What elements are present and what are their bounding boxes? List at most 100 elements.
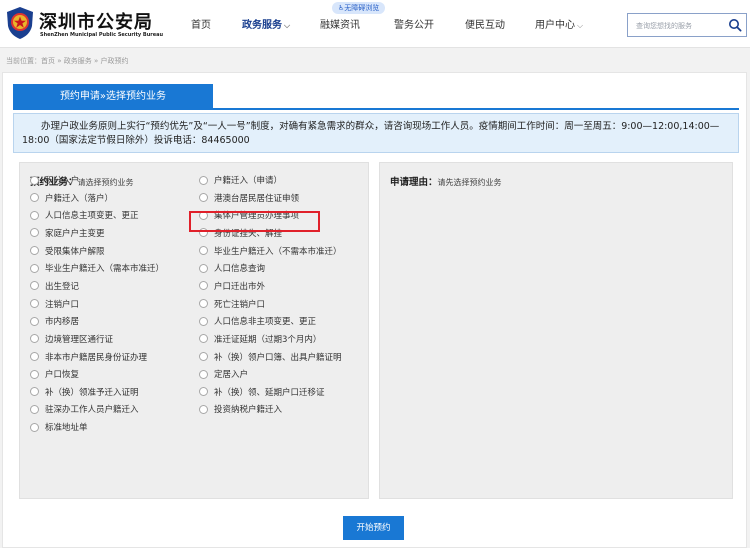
site-header: 深圳市公安局 ShenZhen Municipal Public Securit… — [0, 0, 750, 48]
business-option-label: 家庭户户主变更 — [45, 228, 105, 239]
radio-button[interactable] — [199, 193, 208, 203]
radio-button[interactable] — [199, 404, 208, 414]
radio-button[interactable] — [199, 210, 208, 220]
start-booking-button[interactable]: 开始预约 — [343, 516, 404, 540]
nav-government-services[interactable]: 政务服务 ⌵ — [242, 16, 290, 31]
nav-police-affairs-label: 警务公开 — [394, 20, 434, 31]
business-option-label: 驻深办工作人员户籍迁入 — [45, 405, 139, 416]
business-option[interactable]: 非本市户籍居民身份证办理 — [30, 350, 147, 364]
business-option-label: 补（换）领户口簿、出具户籍证明 — [214, 352, 342, 363]
radio-button[interactable] — [199, 299, 208, 309]
chevron-down-icon: ⌵ — [284, 21, 291, 30]
business-option-label: 边境管理区通行证 — [45, 334, 114, 345]
business-option[interactable]: 身份证挂失、解挂 — [199, 226, 282, 240]
reason-panel-title: 申请理由： — [390, 177, 438, 188]
breadcrumb: 当前位置：首页 » 政务服务 » 户政预约 — [6, 57, 129, 65]
business-option-label: 补（换）领准予迁入证明 — [45, 387, 139, 398]
radio-button[interactable] — [199, 316, 208, 326]
site-title[interactable]: 深圳市公安局 — [39, 8, 153, 34]
business-option[interactable]: 人口信息主项变更、更正 — [30, 208, 139, 222]
reason-panel-hint: 请先选择预约业务 — [437, 178, 502, 187]
tab-select-business[interactable]: 预约申请»选择预约业务 — [13, 84, 213, 109]
business-option[interactable]: 人口信息查询 — [199, 261, 265, 275]
business-option[interactable]: 补（换）领户口簿、出具户籍证明 — [199, 350, 342, 364]
business-option[interactable]: 补（换）领准予迁入证明 — [30, 385, 139, 399]
business-option[interactable]: 户籍迁入（落户） — [30, 191, 113, 205]
business-option[interactable]: 户口恢复 — [30, 367, 79, 381]
radio-button[interactable] — [30, 263, 39, 273]
business-option[interactable]: 户籍迁入（申请） — [199, 173, 282, 187]
business-option[interactable]: 受限集体户解限 — [30, 244, 105, 258]
business-option-label: 定居入户 — [214, 370, 249, 381]
business-option[interactable]: 边境管理区通行证 — [30, 332, 113, 346]
business-option[interactable]: 港澳台居民居住证申领 — [199, 191, 299, 205]
nav-user-center-label: 用户中心 — [535, 20, 575, 31]
accessibility-toggle[interactable]: ♿无障碍浏览 — [332, 2, 386, 14]
main-card: 预约申请»选择预约业务 办理户政业务原则上实行“预约优先”及“一人一号”制度，对… — [2, 72, 747, 548]
radio-button[interactable] — [30, 404, 39, 414]
business-option[interactable]: 注销户口 — [30, 297, 79, 311]
search-input[interactable] — [636, 18, 721, 33]
nav-home[interactable]: 首页 — [191, 16, 211, 31]
business-option[interactable]: 准迁证延期（过期3个月内） — [199, 332, 321, 346]
radio-button[interactable] — [30, 228, 39, 238]
business-option-label: 户籍迁入（落户） — [45, 193, 114, 204]
radio-button[interactable] — [30, 316, 39, 326]
business-option-label: 户籍迁入（申请） — [214, 176, 283, 186]
business-option[interactable]: 家庭户户主变更 — [30, 226, 105, 240]
business-option[interactable]: 积分入户 — [30, 173, 79, 187]
radio-button[interactable] — [30, 334, 39, 344]
reason-panel-header: 申请理由：请先选择预约业务 — [390, 174, 502, 188]
radio-button[interactable] — [199, 246, 208, 256]
business-option[interactable]: 投资纳税户籍迁入 — [199, 402, 282, 416]
radio-button[interactable] — [30, 175, 39, 185]
radio-button[interactable] — [199, 369, 208, 379]
business-option-label: 户口恢复 — [45, 370, 80, 381]
nav-user-center[interactable]: 用户中心 ⌵ — [535, 16, 583, 31]
radio-button[interactable] — [199, 281, 208, 291]
radio-button[interactable] — [30, 299, 39, 309]
radio-button[interactable] — [30, 281, 39, 291]
business-option[interactable]: 集体户管理员办理事项 — [199, 208, 299, 222]
business-option[interactable]: 人口信息非主项变更、更正 — [199, 314, 316, 328]
radio-button[interactable] — [199, 352, 208, 361]
business-option-label: 非本市户籍居民身份证办理 — [45, 352, 148, 363]
business-option-label: 身份证挂失、解挂 — [214, 228, 283, 239]
nav-government-services-label: 政务服务 — [242, 20, 282, 31]
business-option[interactable]: 毕业生户籍迁入（不需本市准迁） — [199, 244, 342, 258]
nav-public-interaction[interactable]: 便民互动 — [465, 16, 505, 31]
nav-police-affairs[interactable]: 警务公开 — [394, 16, 434, 31]
business-option-label: 出生登记 — [45, 281, 80, 292]
radio-button[interactable] — [199, 175, 208, 185]
radio-button[interactable] — [199, 228, 208, 238]
business-panel-hint: 请选择预约业务 — [77, 178, 134, 187]
radio-button[interactable] — [30, 210, 39, 220]
radio-button[interactable] — [30, 369, 39, 379]
nav-media-news[interactable]: 融媒资讯 — [320, 16, 360, 31]
business-option[interactable]: 定居入户 — [199, 367, 248, 381]
radio-button[interactable] — [199, 387, 208, 397]
radio-button[interactable] — [30, 352, 39, 361]
business-option[interactable]: 户口迁出市外 — [199, 279, 265, 293]
radio-button[interactable] — [30, 246, 39, 256]
business-option[interactable]: 标准地址单 — [30, 420, 88, 434]
business-option[interactable]: 毕业生户籍迁入（需本市准迁） — [30, 261, 164, 275]
chevron-down-icon: ⌵ — [577, 21, 584, 30]
police-emblem-icon — [7, 7, 33, 39]
radio-button[interactable] — [199, 334, 208, 344]
business-option[interactable]: 驻深办工作人员户籍迁入 — [30, 402, 139, 416]
radio-button[interactable] — [30, 387, 39, 397]
radio-button[interactable] — [30, 422, 39, 432]
business-option-label: 集体户管理员办理事项 — [214, 211, 300, 222]
business-option-label: 毕业生户籍迁入（不需本市准迁） — [214, 246, 342, 257]
business-option[interactable]: 补（换）领、延期户口迁移证 — [199, 385, 325, 399]
notice-banner: 办理户政业务原则上实行“预约优先”及“一人一号”制度，对确有紧急需求的群众，请咨… — [13, 113, 739, 153]
business-option[interactable]: 死亡注销户口 — [199, 297, 265, 311]
radio-button[interactable] — [199, 263, 208, 273]
business-option-label: 注销户口 — [45, 299, 80, 310]
radio-button[interactable] — [30, 193, 39, 203]
business-option[interactable]: 市内移居 — [30, 314, 79, 328]
search-icon[interactable] — [728, 18, 742, 32]
business-option-label: 受限集体户解限 — [45, 246, 105, 257]
business-option[interactable]: 出生登记 — [30, 279, 79, 293]
